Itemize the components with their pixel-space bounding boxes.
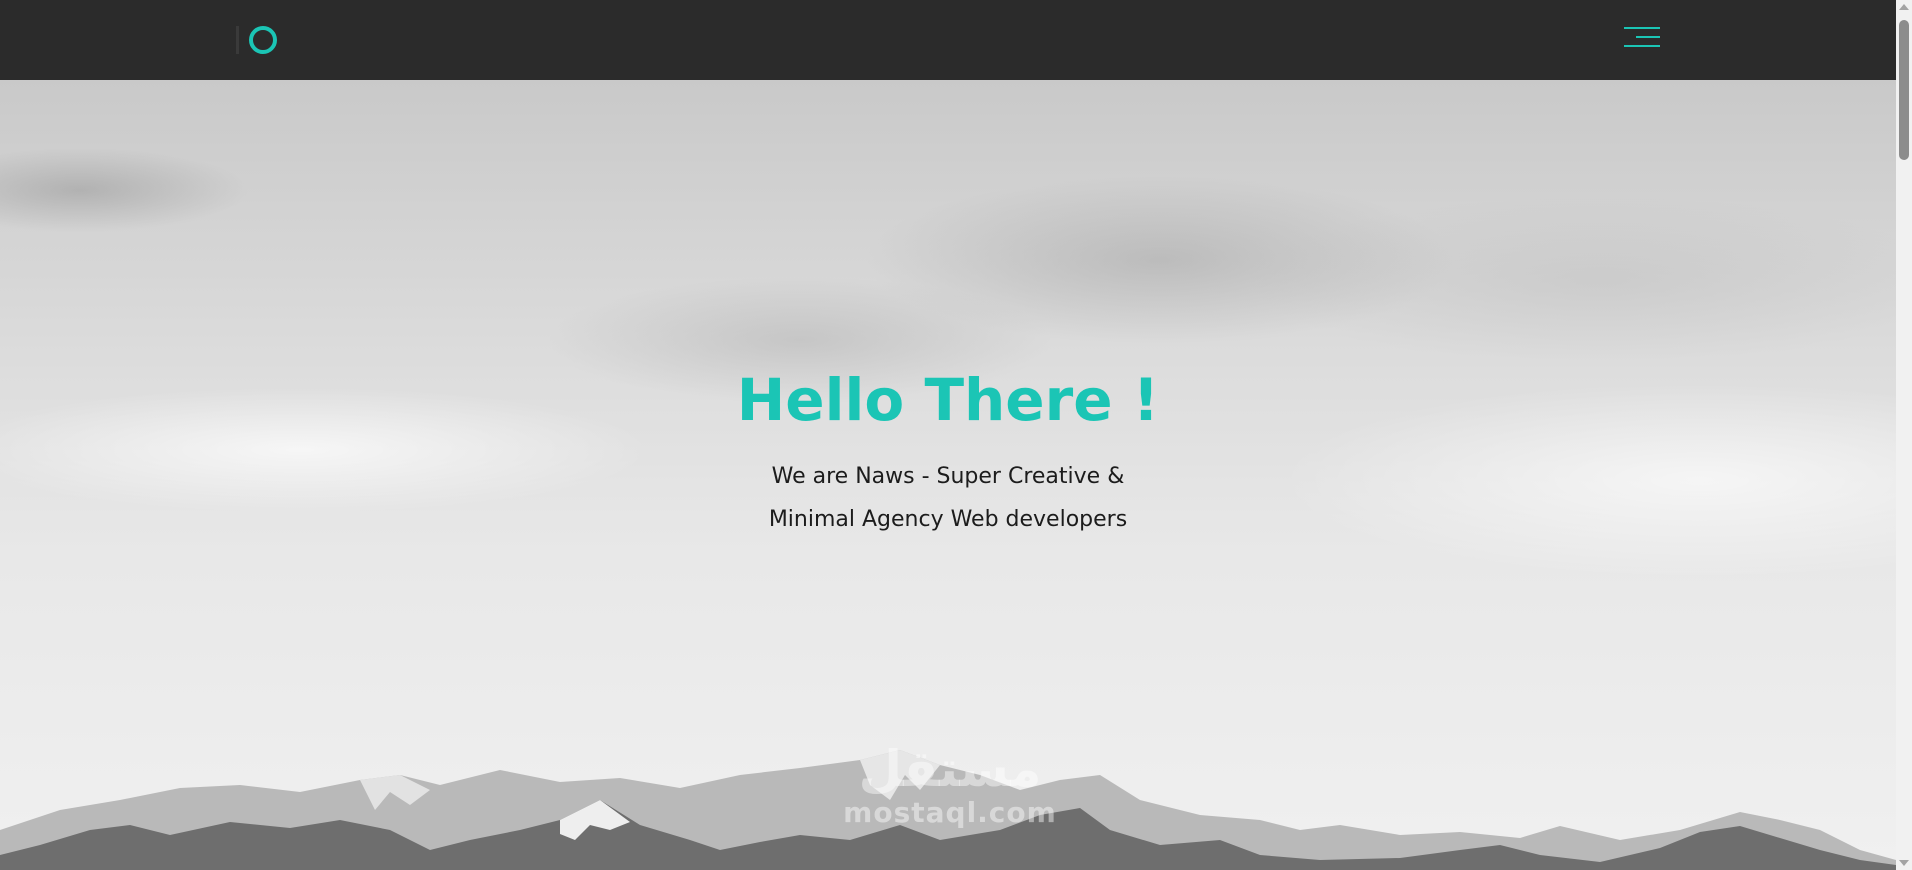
logo-bar: [236, 26, 239, 54]
hero-content: Hello There ! We are Naws - Super Creati…: [0, 365, 1896, 541]
hamburger-menu-icon: [1624, 27, 1660, 29]
browser-viewport: Hello There ! We are Naws - Super Creati…: [0, 0, 1912, 870]
hamburger-menu-button[interactable]: [1620, 24, 1660, 50]
scroll-up-arrow-icon[interactable]: [1899, 4, 1909, 10]
top-navbar: [0, 0, 1896, 80]
hero-subtitle-line-1: We are Naws - Super Creative &: [771, 464, 1125, 489]
hero-subtitle: We are Naws - Super Creative & Minimal A…: [718, 455, 1178, 541]
site-logo[interactable]: [236, 24, 277, 56]
mountains-image: [0, 750, 1896, 870]
scroll-down-arrow-icon[interactable]: [1899, 860, 1909, 866]
hamburger-line-bottom: [1624, 45, 1660, 47]
vertical-scrollbar[interactable]: [1896, 0, 1912, 870]
page: Hello There ! We are Naws - Super Creati…: [0, 0, 1896, 870]
scrollbar-thumb[interactable]: [1899, 20, 1909, 160]
hero-subtitle-line-2: Minimal Agency Web developers: [768, 507, 1128, 532]
hero-section: Hello There ! We are Naws - Super Creati…: [0, 80, 1896, 870]
hero-title: Hello There !: [736, 366, 1160, 434]
ring-logo-icon: [249, 26, 277, 54]
hamburger-line-middle: [1636, 36, 1660, 38]
